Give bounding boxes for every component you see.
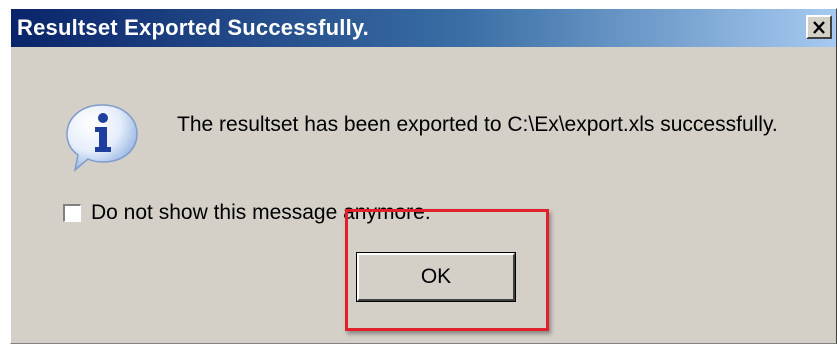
dialog-message: The resultset has been exported to C:\Ex… [177,113,778,136]
dont-show-again-option[interactable]: Do not show this message anymore. [63,201,431,225]
close-button[interactable] [806,15,832,39]
info-icon [66,104,138,172]
ok-button[interactable]: OK [356,252,516,302]
dont-show-again-checkbox[interactable] [63,204,81,222]
title-bar[interactable]: Resultset Exported Successfully. [11,9,836,47]
dialog-title: Resultset Exported Successfully. [17,15,369,40]
message-dialog: Resultset Exported Successfully. The res… [10,8,837,344]
close-icon [813,20,825,34]
dont-show-again-label[interactable]: Do not show this message anymore. [91,201,431,225]
